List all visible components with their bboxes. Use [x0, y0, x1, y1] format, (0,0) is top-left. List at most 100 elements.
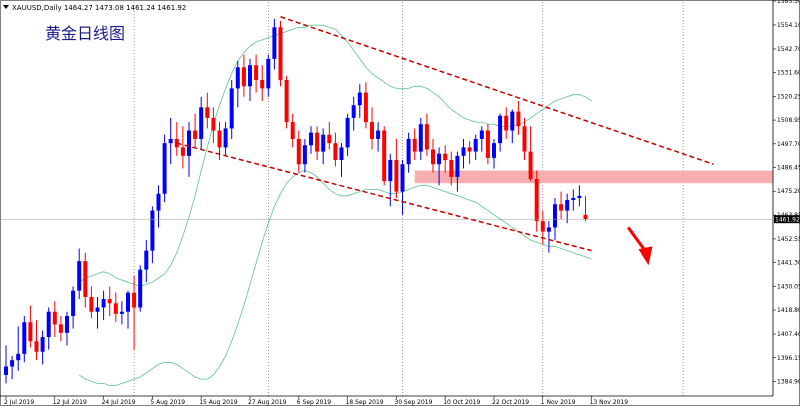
- candle-body: [58, 324, 63, 333]
- candle-body: [278, 27, 283, 80]
- candle-body: [272, 27, 277, 59]
- candle-body: [339, 147, 344, 161]
- candle-body: [565, 200, 570, 211]
- candle-body: [113, 303, 118, 314]
- y-tick-label: 1565.50: [777, 0, 800, 5]
- candle-body: [504, 115, 509, 131]
- resistance-zone: [414, 170, 773, 184]
- chart-title: 黄金日线图: [45, 24, 125, 43]
- symbol-info: XAUUSD,Daily 1464.27 1473.08 1461.24 146…: [12, 4, 186, 12]
- candle-body: [376, 130, 381, 139]
- candle-body: [95, 307, 100, 312]
- candle-body: [217, 130, 222, 148]
- candle-body: [28, 322, 33, 342]
- price-chart[interactable]: 1565.50 1554.10 1542.70 1531.60 1520.25 1508.…: [0, 0, 800, 406]
- candle-body: [52, 311, 57, 325]
- y-tick-label: 1396.15: [777, 355, 800, 362]
- x-tick-label: 10 Oct 2019: [443, 399, 480, 406]
- candle-body: [394, 160, 399, 192]
- candle-body: [516, 111, 521, 127]
- candle-body: [16, 353, 21, 361]
- candle-body: [351, 105, 356, 118]
- candle-body: [89, 296, 94, 312]
- candle-body: [528, 151, 533, 179]
- candle-body: [254, 65, 259, 80]
- candle-body: [126, 292, 130, 312]
- x-tick-label: 27 Aug 2019: [248, 399, 287, 406]
- candle-body: [10, 360, 15, 367]
- candle-body: [205, 107, 210, 118]
- x-tick-label: 12 Jul 2019: [53, 399, 87, 406]
- candle-body: [412, 138, 417, 152]
- candle-body: [388, 160, 393, 182]
- candle-body: [473, 138, 478, 152]
- candle-body: [138, 269, 143, 308]
- y-tick-label: 1475.20: [777, 188, 800, 195]
- x-tick-label: 24 Jul 2019: [102, 399, 136, 406]
- candle-body: [302, 145, 307, 165]
- candle-body: [467, 147, 472, 152]
- y-tick-label: 1384.90: [777, 378, 800, 385]
- candle-body: [248, 65, 252, 87]
- candle-body: [46, 311, 51, 338]
- y-tick-label: 1497.70: [777, 141, 800, 148]
- candle-body: [583, 214, 588, 220]
- candle-body: [235, 67, 240, 89]
- y-tick-label: 1418.80: [777, 307, 800, 314]
- candle-body: [229, 88, 234, 129]
- candle-body: [296, 138, 301, 165]
- candle-body: [156, 193, 161, 211]
- candle-body: [144, 250, 149, 270]
- candle-body: [40, 337, 45, 352]
- candle-body: [77, 261, 82, 291]
- y-tick-label: 1486.45: [777, 165, 800, 172]
- candle-body: [418, 124, 423, 152]
- candle-body: [406, 138, 411, 165]
- candle-body: [4, 366, 8, 375]
- candle-body: [400, 164, 405, 192]
- x-tick-label: 1 Nov 2019: [541, 399, 576, 406]
- y-tick-label: 1430.05: [777, 283, 800, 290]
- candle-body: [345, 117, 350, 148]
- candle-body: [187, 130, 191, 156]
- candle-body: [107, 299, 112, 304]
- candle-body: [455, 155, 460, 177]
- candle-body: [119, 311, 124, 314]
- candle-body: [363, 92, 368, 123]
- candle-body: [168, 138, 173, 144]
- candle-body: [577, 195, 582, 198]
- candle-body: [83, 261, 88, 297]
- candle-body: [370, 122, 374, 139]
- y-tick-label: 1407.40: [777, 331, 800, 338]
- candle-body: [461, 147, 466, 156]
- candle-body: [315, 132, 320, 152]
- candle-body: [443, 153, 448, 161]
- candle-body: [534, 178, 539, 222]
- candle-body: [437, 153, 442, 165]
- candle-body: [290, 122, 295, 139]
- y-tick-label: 1508.95: [777, 117, 800, 124]
- chart-border: [0, 0, 800, 406]
- candle-body: [211, 117, 216, 131]
- candle-body: [498, 115, 503, 144]
- candle-body: [357, 92, 362, 106]
- y-tick-label: 1554.10: [777, 22, 800, 29]
- candle-body: [321, 134, 326, 152]
- y-tick-label: 1441.30: [777, 260, 800, 267]
- candle-body: [132, 292, 137, 308]
- candle-body: [65, 315, 69, 333]
- x-tick-label: 22 Oct 2019: [492, 399, 529, 406]
- current-price-label: 1461.92: [775, 217, 800, 224]
- candle-body: [510, 111, 515, 131]
- candle-body: [71, 290, 76, 316]
- x-tick-label: 5 Aug 2019: [150, 399, 185, 406]
- x-tick-label: 6 Sep 2019: [297, 399, 331, 406]
- candle-body: [22, 322, 27, 354]
- candle-body: [34, 341, 39, 352]
- candle-body: [479, 130, 484, 139]
- candle-body: [180, 147, 185, 156]
- candle-body: [284, 79, 289, 123]
- candle-body: [546, 227, 551, 232]
- candle-body: [309, 132, 313, 146]
- candle-body: [485, 130, 490, 158]
